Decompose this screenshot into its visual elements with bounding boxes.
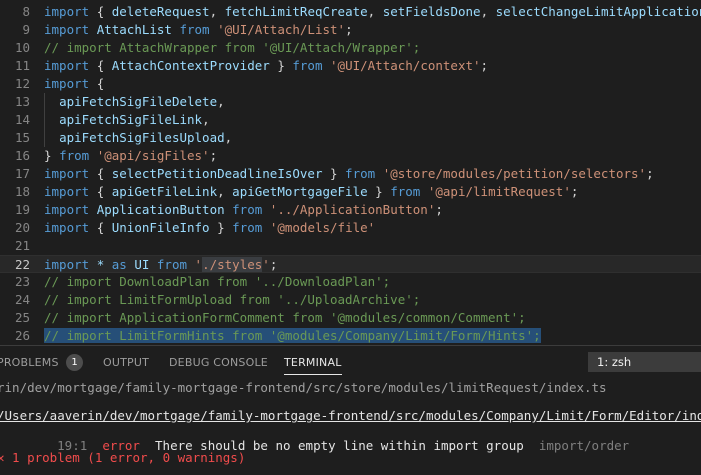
line-number: 18 xyxy=(14,184,30,199)
code-text: apiFetchSigFilesUpload, xyxy=(59,130,233,145)
line-number: 12 xyxy=(14,76,30,91)
line-number: 19 xyxy=(14,202,30,217)
problem-summary: ✕ 1 problem (1 error, 0 warnings) xyxy=(0,450,246,465)
line-number: 15 xyxy=(14,130,30,145)
code-line[interactable]: 9 import AttachList from '@UI/Attach/List… xyxy=(0,21,701,39)
code-text: import AttachList from '@UI/Attach/List'… xyxy=(44,22,353,37)
code-line[interactable]: 16 } from '@api/sigFiles'; xyxy=(0,147,701,165)
terminal-line-path: rin/dev/mortgage/family-mortgage-fronten… xyxy=(0,380,607,395)
code-line[interactable]: 15 apiFetchSigFilesUpload, xyxy=(0,129,701,147)
line-number: 17 xyxy=(14,166,30,181)
line-number: 21 xyxy=(14,238,30,253)
line-number: 14 xyxy=(14,112,30,127)
line-number: 9 xyxy=(22,22,30,37)
code-text: import * as UI from './styles'; xyxy=(44,257,278,272)
code-line[interactable]: 18 import { apiGetFileLink, apiGetMortgag… xyxy=(0,183,701,201)
code-text: // import DownloadPlan from '../Download… xyxy=(44,274,391,289)
code-text: // import LimitFormUpload from '../Uploa… xyxy=(44,292,421,307)
code-text: import ApplicationButton from '../Applic… xyxy=(44,202,443,217)
code-line[interactable]: 10 // import AttachWrapper from '@UI/Atta… xyxy=(0,39,701,57)
panel-tabs: PROBLEMS 1 OUTPUT DEBUG CONSOLE TERMINAL… xyxy=(0,346,701,379)
code-text: import { deleteRequest, fetchLimitReqCre… xyxy=(44,4,701,19)
terminal-output[interactable]: rin/dev/mortgage/family-mortgage-fronten… xyxy=(0,379,701,475)
code-text: import { apiGetFileLink, apiGetMortgageF… xyxy=(44,184,579,199)
tab-problems[interactable]: PROBLEMS xyxy=(0,356,59,369)
code-text: import { UnionFileInfo } from '@models/f… xyxy=(44,220,376,235)
code-text: import { xyxy=(44,76,105,91)
code-text: } from '@api/sigFiles'; xyxy=(44,148,218,163)
code-text: // import LimitFormHints from '@modules/… xyxy=(44,328,541,343)
code-text: // import ApplicationFormComment from '@… xyxy=(44,310,526,325)
code-line[interactable]: 23 // import DownloadPlan from '../Downlo… xyxy=(0,273,701,291)
line-number: 25 xyxy=(14,310,30,325)
line-number: 13 xyxy=(14,94,30,109)
code-line[interactable]: 24 // import LimitFormUpload from '../Upl… xyxy=(0,291,701,309)
line-number: 10 xyxy=(14,40,30,55)
code-line[interactable]: 14 apiFetchSigFileLink, xyxy=(0,111,701,129)
bottom-panel: PROBLEMS 1 OUTPUT DEBUG CONSOLE TERMINAL… xyxy=(0,345,701,475)
code-line[interactable]: 21 xyxy=(0,237,701,255)
line-number: 11 xyxy=(14,58,30,73)
code-line[interactable]: 8 import { deleteRequest, fetchLimitReqCr… xyxy=(0,3,701,21)
tab-terminal[interactable]: TERMINAL xyxy=(284,356,342,375)
code-line[interactable]: 11 import { AttachContextProvider } from … xyxy=(0,57,701,75)
line-number: 8 xyxy=(22,4,30,19)
code-line[interactable]: 13 apiFetchSigFileDelete, xyxy=(0,93,701,111)
code-line[interactable]: 25 // import ApplicationFormComment from … xyxy=(0,309,701,327)
line-number: 16 xyxy=(14,148,30,163)
code-line[interactable]: 19 import ApplicationButton from '../Appl… xyxy=(0,201,701,219)
code-text: import { selectPetitionDeadlineIsOver } … xyxy=(44,166,654,181)
code-text: // import AttachWrapper from '@UI/Attach… xyxy=(44,40,421,55)
error-rule: import/order xyxy=(538,438,630,453)
code-text: apiFetchSigFileLink, xyxy=(59,112,210,127)
code-text: apiFetchSigFileDelete, xyxy=(59,94,225,109)
code-line[interactable]: 22 import * as UI from './styles'; xyxy=(0,255,701,273)
code-text: import { AttachContextProvider } from '@… xyxy=(44,58,489,73)
code-line[interactable]: 26 // import LimitFormHints from '@module… xyxy=(0,327,701,345)
code-editor[interactable]: 8 import { deleteRequest, fetchLimitReqCr… xyxy=(0,0,701,345)
indent-guide xyxy=(44,93,45,147)
line-number: 23 xyxy=(14,274,30,289)
line-number: 24 xyxy=(14,292,30,307)
tab-debug-console[interactable]: DEBUG CONSOLE xyxy=(169,356,268,369)
line-number: 22 xyxy=(14,257,30,272)
terminal-select[interactable]: 1: zsh xyxy=(588,352,701,372)
code-line[interactable]: 20 import { UnionFileInfo } from '@models… xyxy=(0,219,701,237)
code-line[interactable]: 12 import { xyxy=(0,75,701,93)
line-number: 26 xyxy=(14,328,30,343)
problems-count-badge: 1 xyxy=(66,354,83,371)
line-number: 20 xyxy=(14,220,30,235)
tab-output[interactable]: OUTPUT xyxy=(103,356,149,369)
code-line[interactable]: 17 import { selectPetitionDeadlineIsOver … xyxy=(0,165,701,183)
